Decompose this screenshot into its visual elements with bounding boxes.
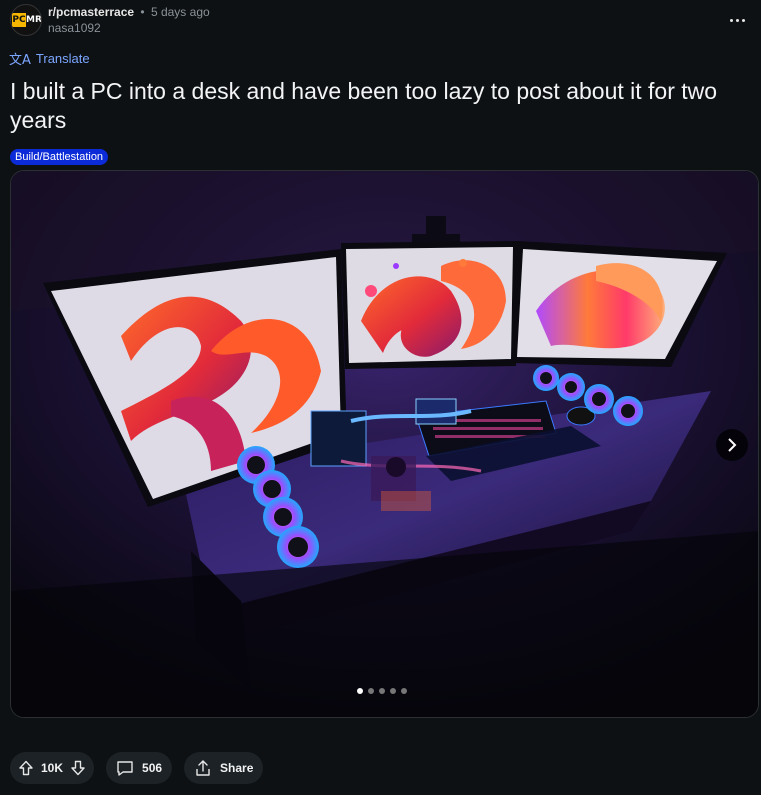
pager-dot-1[interactable]: [357, 688, 363, 694]
downvote-arrow-icon: [71, 760, 85, 776]
gallery-pager: [357, 688, 407, 694]
pager-dot-3[interactable]: [379, 688, 385, 694]
comment-count: 506: [142, 761, 163, 775]
vote-score: 10K: [41, 761, 64, 775]
post-flair[interactable]: Build/Battlestation: [10, 149, 109, 165]
share-button[interactable]: Share: [184, 752, 264, 784]
translate-button[interactable]: 文A Translate: [9, 49, 90, 68]
author-link[interactable]: nasa1092: [48, 21, 101, 35]
post-meta: r/pcmasterrace • 5 days ago: [48, 5, 210, 19]
post-title[interactable]: I built a PC into a desk and have been t…: [10, 77, 750, 135]
post-header: PC MR r/pcmasterrace • 5 days ago nasa10…: [10, 4, 750, 38]
translate-icon: 文A: [9, 53, 31, 68]
downvote-button[interactable]: [70, 760, 86, 776]
next-image-button[interactable]: [716, 429, 748, 461]
comments-button[interactable]: 506: [106, 752, 173, 784]
upvote-button[interactable]: [18, 760, 34, 776]
image-gallery[interactable]: [10, 170, 759, 718]
share-label: Share: [220, 761, 254, 775]
post-image: [11, 171, 758, 717]
chevron-right-icon: [728, 438, 737, 452]
post-actions: 10K 506 Share: [10, 752, 264, 784]
subreddit-link[interactable]: r/pcmasterrace: [48, 5, 134, 19]
comment-bubble-icon: [117, 761, 133, 776]
vote-bar: 10K: [10, 752, 95, 784]
subreddit-avatar[interactable]: PC MR: [10, 4, 42, 36]
meta-separator: •: [140, 5, 145, 19]
post-time: 5 days ago: [150, 5, 210, 19]
upvote-arrow-icon: [19, 760, 33, 776]
pager-dot-2[interactable]: [368, 688, 374, 694]
avatar-pc-text: PC: [12, 13, 26, 27]
pager-dot-4[interactable]: [390, 688, 396, 694]
avatar-mr-text: MR: [26, 15, 42, 25]
pager-dot-5[interactable]: [401, 688, 407, 694]
share-icon: [196, 760, 210, 776]
more-options-icon[interactable]: [726, 10, 750, 30]
translate-label: Translate: [35, 51, 90, 66]
